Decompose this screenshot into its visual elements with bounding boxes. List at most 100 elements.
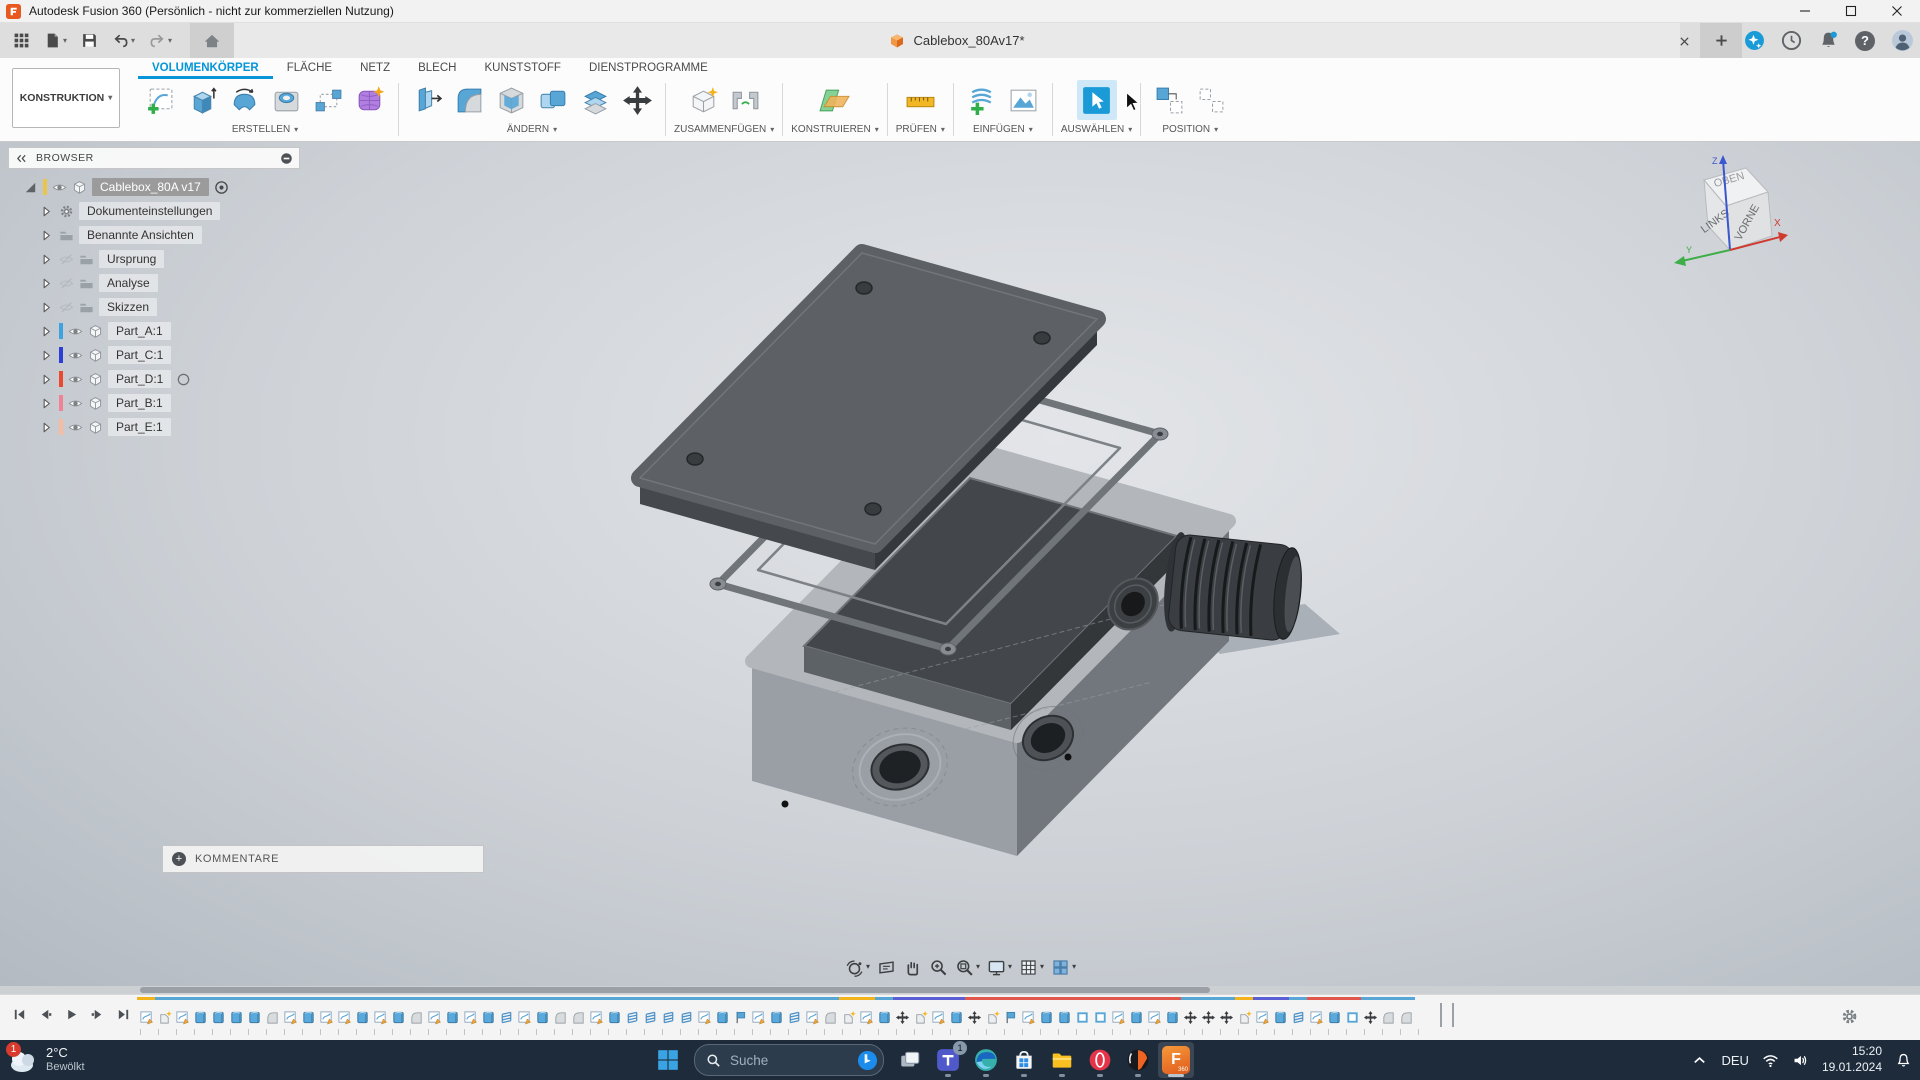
revolve-button[interactable] xyxy=(224,80,264,120)
collapsed-arrow-icon[interactable] xyxy=(39,300,54,315)
browser-item-part-d[interactable]: Part_D:1 xyxy=(8,367,300,391)
workspace-selector[interactable]: KONSTRUKTION▾ xyxy=(12,68,120,128)
timeline-feature-component[interactable] xyxy=(156,997,172,1029)
activate-target-icon[interactable] xyxy=(214,180,229,195)
group-label-erstellen[interactable]: ERSTELLEN▾ xyxy=(232,121,298,138)
create-sketch-button[interactable] xyxy=(140,80,180,120)
hole-button[interactable] xyxy=(266,80,306,120)
notifications-button[interactable] xyxy=(1816,29,1840,53)
home-tab-button[interactable] xyxy=(190,23,234,58)
timeline-feature-sketch[interactable] xyxy=(516,997,532,1029)
timeline-feature-coil[interactable] xyxy=(1290,997,1306,1029)
timeline-feature-sketch[interactable] xyxy=(1308,997,1324,1029)
expand-arrow-icon[interactable] xyxy=(23,180,38,195)
timeline-feature-shell[interactable] xyxy=(1092,997,1108,1029)
tab-kunststoff[interactable]: KUNSTSTOFF xyxy=(470,58,574,79)
play-button[interactable] xyxy=(60,1003,82,1025)
capture-position-button[interactable] xyxy=(1149,80,1189,120)
timeline-feature-extrude[interactable] xyxy=(876,997,892,1029)
app-opera[interactable] xyxy=(1082,1042,1118,1078)
timeline-settings-gear-icon[interactable] xyxy=(1840,1007,1859,1026)
scrollbar-thumb[interactable] xyxy=(140,987,1210,993)
collapse-all-icon[interactable] xyxy=(280,152,293,165)
group-label-einfuegen[interactable]: EINFÜGEN▾ xyxy=(973,121,1033,138)
timeline-feature-coil[interactable] xyxy=(786,997,802,1029)
timeline-feature-component[interactable] xyxy=(1236,997,1252,1029)
timeline-feature-move[interactable] xyxy=(1182,997,1198,1029)
group-label-pruefen[interactable]: PRÜFEN▾ xyxy=(896,121,945,138)
press-pull-button[interactable] xyxy=(407,80,447,120)
timeline-feature-extrude[interactable] xyxy=(1038,997,1054,1029)
timeline-feature-extrude[interactable] xyxy=(228,997,244,1029)
undo-button[interactable]: ▾ xyxy=(107,27,140,55)
minimize-button[interactable] xyxy=(1782,0,1828,22)
timeline-feature-extrude[interactable] xyxy=(1128,997,1144,1029)
timeline-feature-sketch[interactable] xyxy=(930,997,946,1029)
document-tab[interactable]: Cablebox_80Av17* xyxy=(234,23,1680,58)
eye-off-icon[interactable] xyxy=(59,252,74,267)
timeline-feature-fillet[interactable] xyxy=(408,997,424,1029)
bing-icon[interactable] xyxy=(857,1050,878,1071)
timeline-feature-extrude[interactable] xyxy=(1056,997,1072,1029)
timeline-feature-extrude[interactable] xyxy=(948,997,964,1029)
timeline-feature-component[interactable] xyxy=(912,997,928,1029)
collapsed-arrow-icon[interactable] xyxy=(39,372,54,387)
timeline-feature-extrude[interactable] xyxy=(1326,997,1342,1029)
help-button[interactable]: ? xyxy=(1853,29,1877,53)
collapsed-arrow-icon[interactable] xyxy=(39,228,54,243)
close-tab-button[interactable] xyxy=(1672,29,1696,53)
insert-canvas-button[interactable] xyxy=(1004,80,1044,120)
timeline-feature-sketch[interactable] xyxy=(462,997,478,1029)
timeline-feature-sketch[interactable] xyxy=(174,997,190,1029)
zoom-button[interactable] xyxy=(929,958,948,977)
new-tab-button[interactable] xyxy=(1700,23,1742,58)
language-indicator[interactable]: DEU xyxy=(1721,1053,1748,1068)
create-form-button[interactable] xyxy=(350,80,390,120)
combine-button[interactable] xyxy=(533,80,573,120)
joint-button[interactable] xyxy=(725,80,765,120)
timeline-feature-flag[interactable] xyxy=(1002,997,1018,1029)
browser-header[interactable]: BROWSER xyxy=(8,147,300,169)
search-input[interactable] xyxy=(728,1052,850,1069)
collapsed-arrow-icon[interactable] xyxy=(39,252,54,267)
new-component-button[interactable] xyxy=(683,80,723,120)
timeline-feature-sketch[interactable] xyxy=(318,997,334,1029)
file-menu-button[interactable]: ▾ xyxy=(39,27,72,55)
collapsed-arrow-icon[interactable] xyxy=(39,420,54,435)
browser-item-dokumenteinstellungen[interactable]: Dokumenteinstellungen xyxy=(8,199,300,223)
timeline-feature-component[interactable] xyxy=(984,997,1000,1029)
tab-dienstprogramme[interactable]: DIENSTPROGRAMME xyxy=(575,58,722,79)
timeline-feature-sketch[interactable] xyxy=(588,997,604,1029)
collapsed-arrow-icon[interactable] xyxy=(39,348,54,363)
tab-flaeche[interactable]: FLÄCHE xyxy=(273,58,346,79)
revert-position-button[interactable] xyxy=(1191,80,1231,120)
add-comment-icon[interactable]: + xyxy=(172,852,186,866)
timeline-feature-move[interactable] xyxy=(1218,997,1234,1029)
timeline-feature-extrude[interactable] xyxy=(480,997,496,1029)
eye-off-icon[interactable] xyxy=(59,276,74,291)
timeline-feature-extrude[interactable] xyxy=(1272,997,1288,1029)
fit-button[interactable]: ▾ xyxy=(955,958,980,977)
app-edge[interactable] xyxy=(968,1042,1004,1078)
chevron-up-icon[interactable] xyxy=(1691,1052,1708,1069)
timeline-feature-sketch[interactable] xyxy=(1254,997,1270,1029)
task-view-button[interactable] xyxy=(892,1042,928,1078)
wifi-icon[interactable] xyxy=(1762,1052,1779,1069)
selection-circle-icon[interactable] xyxy=(176,372,191,387)
timeline-feature-fillet[interactable] xyxy=(570,997,586,1029)
group-label-auswaehlen[interactable]: AUSWÄHLEN▾ xyxy=(1061,121,1132,138)
timeline-feature-coil[interactable] xyxy=(660,997,676,1029)
timeline-feature-extrude[interactable] xyxy=(246,997,262,1029)
timeline-feature-move[interactable] xyxy=(894,997,910,1029)
profile-button[interactable] xyxy=(1890,29,1914,53)
shell-button[interactable] xyxy=(491,80,531,120)
collapsed-arrow-icon[interactable] xyxy=(39,396,54,411)
save-button[interactable] xyxy=(76,27,103,55)
job-status-button[interactable] xyxy=(1779,29,1803,53)
app-fusion-360[interactable]: F 360 xyxy=(1158,1042,1194,1078)
timeline-feature-extrude[interactable] xyxy=(768,997,784,1029)
timeline-feature-extrude[interactable] xyxy=(534,997,550,1029)
group-label-zusammenfuegen[interactable]: ZUSAMMENFÜGEN▾ xyxy=(674,121,774,138)
browser-item-root[interactable]: Cablebox_80A v17 xyxy=(8,175,300,199)
browser-item-analyse[interactable]: Analyse xyxy=(8,271,300,295)
